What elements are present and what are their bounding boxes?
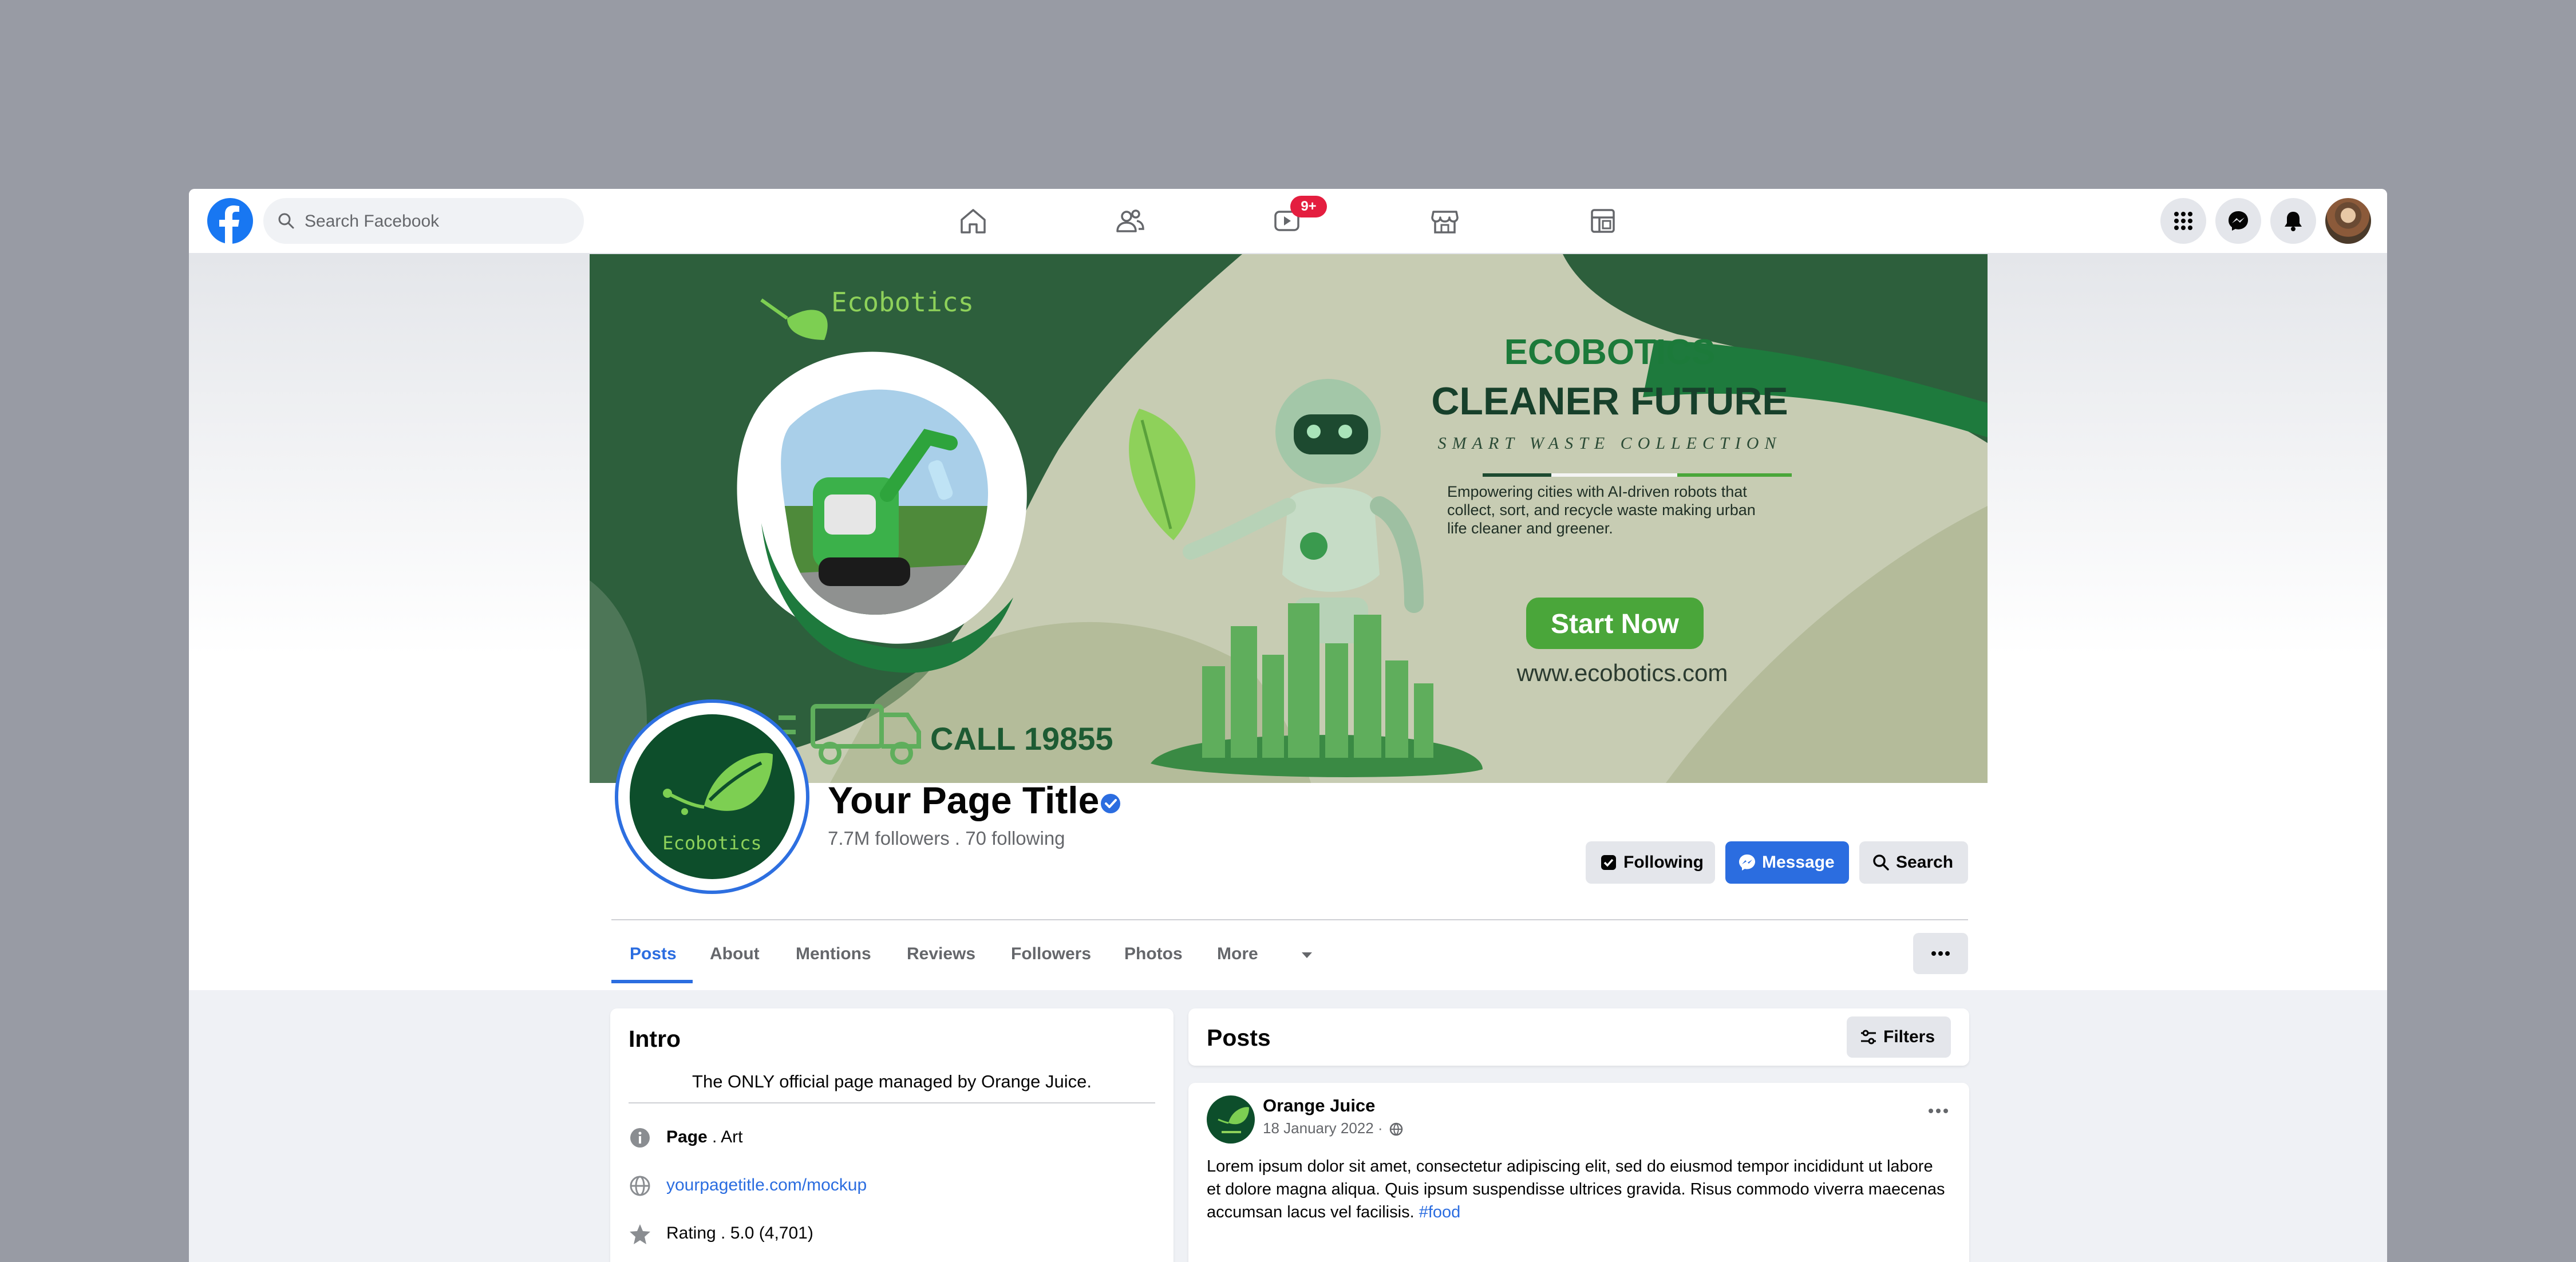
cover-website-text: www.ecobotics.com <box>1516 659 1728 686</box>
tab-posts[interactable]: Posts <box>630 944 677 964</box>
cover-tagline: SMART WASTE COLLECTION <box>1438 434 1782 453</box>
post-text: Lorem ipsum dolor sit amet, consectetur … <box>1207 1157 1945 1221</box>
page-title: Your Page Title <box>828 779 1100 821</box>
marketplace-icon <box>1431 211 1459 234</box>
search-icon <box>1873 854 1889 871</box>
intro-divider <box>629 1102 1155 1103</box>
cover-photo[interactable]: CALL 19855 Ecobotics ECOBOTICS CLEANER F… <box>590 254 1988 783</box>
notifications-icon <box>2285 212 2302 231</box>
post-options-icon[interactable] <box>1927 1107 1950 1115</box>
active-tab-indicator <box>611 980 693 983</box>
home-icon <box>961 209 986 234</box>
post-author-avatar[interactable] <box>1207 1095 1255 1144</box>
chevron-down-icon <box>1302 952 1312 958</box>
globe-icon <box>630 1176 650 1196</box>
video-notification-badge: 9+ <box>1290 196 1327 217</box>
more-options-button[interactable] <box>1913 933 1968 974</box>
intro-card: Intro The ONLY official page managed by … <box>610 1008 1174 1262</box>
search-input[interactable] <box>303 198 575 245</box>
tab-about[interactable]: About <box>710 944 760 964</box>
star-icon <box>630 1224 650 1244</box>
cover-headline-2: CLEANER FUTURE <box>1431 379 1788 423</box>
nav-friends[interactable] <box>1098 196 1161 246</box>
tab-more[interactable]: More <box>1217 944 1258 964</box>
facebook-logo-icon[interactable] <box>207 198 253 244</box>
tab-followers[interactable]: Followers <box>1011 944 1091 964</box>
post-author-name[interactable]: Orange Juice <box>1263 1095 1375 1116</box>
followers-count: 7.7M followers . 70 following <box>828 828 1065 849</box>
cover-call-text: CALL 19855 <box>930 721 1113 757</box>
messenger-button[interactable] <box>2215 198 2261 244</box>
nav-marketplace[interactable] <box>1413 196 1476 246</box>
profile-divider <box>611 919 1968 920</box>
nav-home[interactable] <box>941 196 1004 246</box>
search-icon <box>278 213 294 229</box>
friends-icon <box>1116 209 1144 232</box>
leaf-logo-icon: Ecobotics <box>662 753 773 854</box>
profile-picture[interactable]: Ecobotics <box>615 699 809 894</box>
posts-heading: Posts <box>1207 1024 1271 1051</box>
following-button[interactable]: Following <box>1586 841 1715 884</box>
messenger-icon <box>2229 211 2248 231</box>
tab-photos[interactable]: Photos <box>1124 944 1183 964</box>
notifications-button[interactable] <box>2270 198 2316 244</box>
cover-blurb-line-2: collect, sort, and recycle waste making … <box>1447 501 1756 519</box>
nav-groups[interactable] <box>1571 196 1634 246</box>
post-body: Lorem ipsum dolor sit amet, consectetur … <box>1207 1155 1951 1224</box>
post-date[interactable]: 18 January 2022 · <box>1263 1119 1383 1137</box>
leaf-logo-icon <box>1218 1107 1249 1133</box>
filters-button[interactable]: Filters <box>1847 1016 1951 1058</box>
following-check-icon <box>1601 855 1616 870</box>
intro-website-link[interactable]: yourpagetitle.com/mockup <box>666 1176 867 1195</box>
search-bar[interactable] <box>263 198 584 245</box>
message-button[interactable]: Message <box>1725 841 1849 884</box>
profile-logo-text: Ecobotics <box>662 832 761 854</box>
messenger-icon <box>1739 854 1755 871</box>
page-search-button[interactable]: Search <box>1859 841 1968 884</box>
cover-blurb-line-1: Empowering cities with AI-driven robots … <box>1447 483 1747 500</box>
verified-badge-icon <box>1101 794 1120 813</box>
cover-blurb-line-3: life cleaner and greener. <box>1447 520 1613 537</box>
cover-headline-1: ECOBOTICS <box>1504 333 1716 372</box>
intro-page-label: Page <box>666 1128 708 1146</box>
cover-brand-text: Ecobotics <box>831 287 974 318</box>
intro-heading: Intro <box>629 1026 681 1052</box>
browser-frame: 9+ <box>189 189 2387 1262</box>
filters-icon <box>1861 1030 1876 1045</box>
groups-icon <box>1591 209 1615 233</box>
post-card: Orange Juice 18 January 2022 · Lorem ips… <box>1188 1083 1969 1262</box>
post-hashtag[interactable]: #food <box>1419 1203 1461 1221</box>
nav-video[interactable]: 9+ <box>1255 196 1327 246</box>
more-dots-icon <box>1931 951 1950 956</box>
menu-grid-icon <box>2174 212 2192 230</box>
cover-cta-text: Start Now <box>1551 609 1680 639</box>
posts-header-card: Posts Filters <box>1188 1008 1969 1066</box>
intro-page-category: . Art <box>707 1128 743 1146</box>
intro-rating: Rating . 5.0 (4,701) <box>666 1224 813 1243</box>
intro-description: The ONLY official page managed by Orange… <box>692 1071 1092 1091</box>
profile-logo: Ecobotics <box>630 714 795 879</box>
public-globe-icon <box>1389 1122 1403 1136</box>
top-navigation: 9+ <box>189 189 2387 254</box>
tab-mentions[interactable]: Mentions <box>796 944 871 964</box>
info-icon <box>630 1128 650 1148</box>
account-avatar[interactable] <box>2325 198 2371 244</box>
menu-button[interactable] <box>2160 198 2206 244</box>
tab-reviews[interactable]: Reviews <box>907 944 975 964</box>
cover-artwork: CALL 19855 Ecobotics ECOBOTICS CLEANER F… <box>590 254 1988 783</box>
